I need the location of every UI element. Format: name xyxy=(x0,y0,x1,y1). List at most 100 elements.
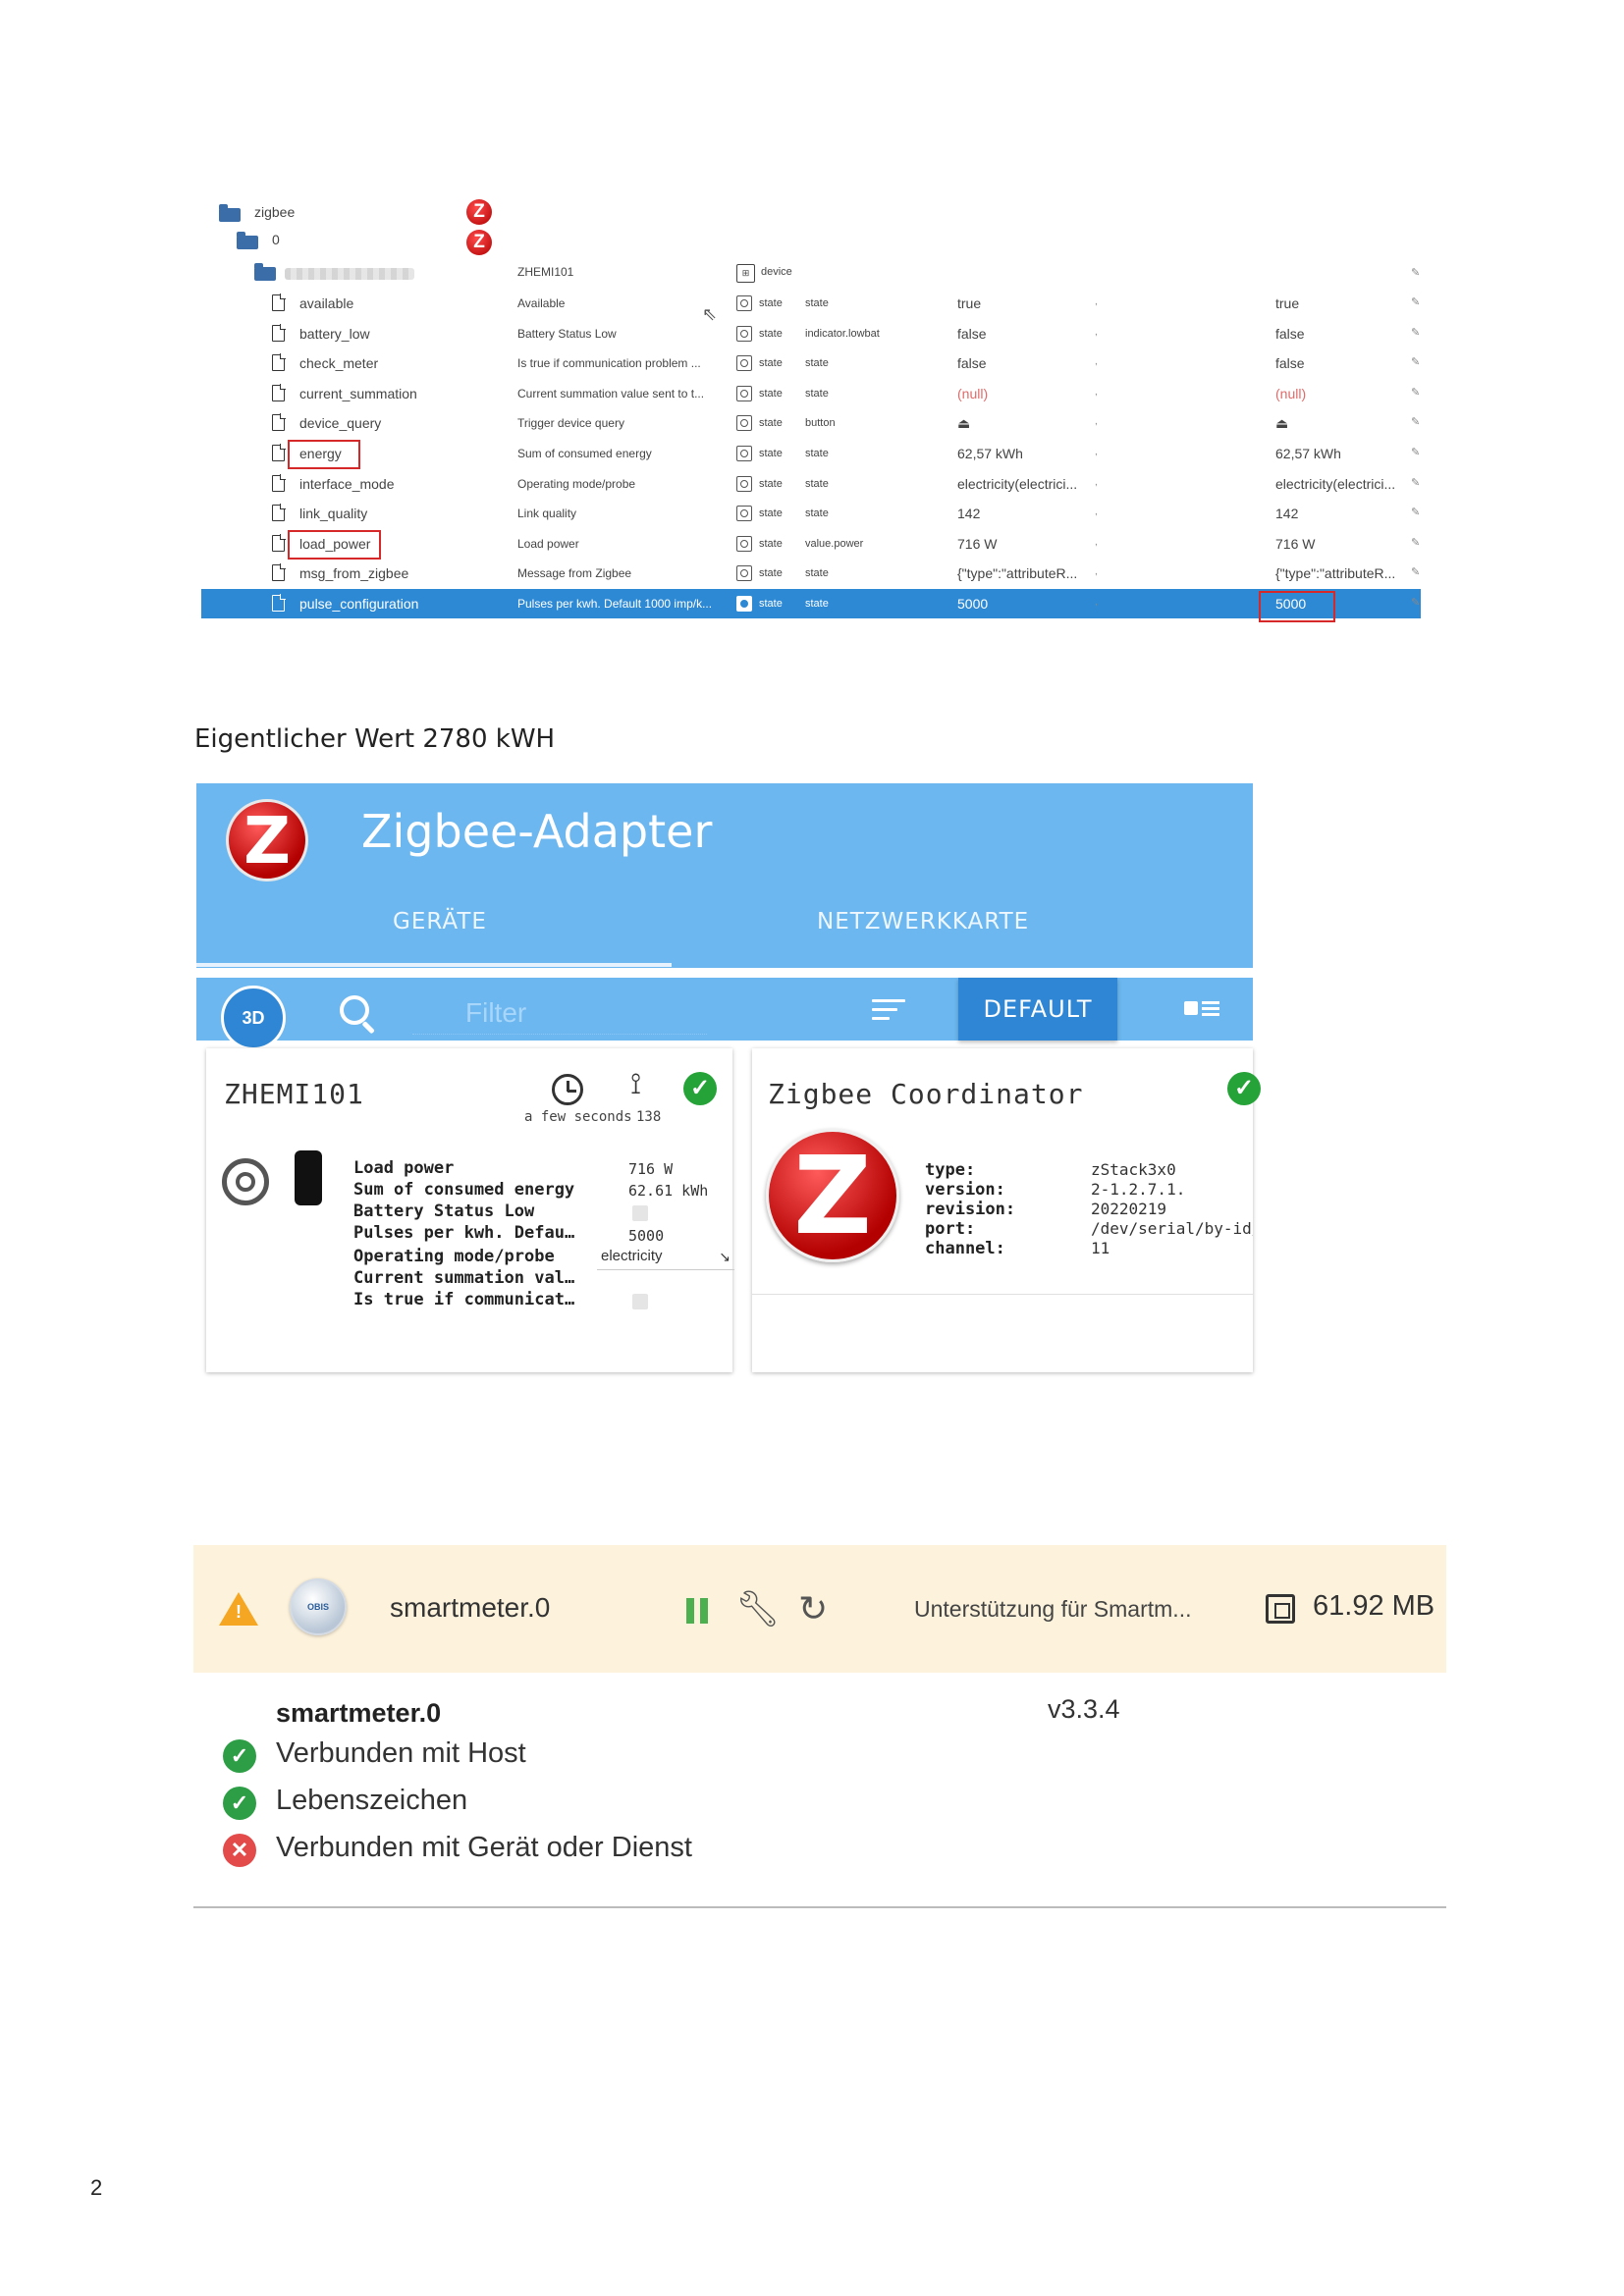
edit-icon[interactable]: ✎ xyxy=(1411,506,1420,518)
tab-devices[interactable]: GERÄTE xyxy=(393,909,487,934)
state-ack-value[interactable]: {"type":"attributeR... xyxy=(1275,559,1411,588)
state-description: Operating mode/probe xyxy=(517,476,636,491)
state-value[interactable]: 5000 xyxy=(957,589,1090,618)
coordinator-card-title: Zigbee Coordinator xyxy=(768,1078,1084,1110)
state-ack-value[interactable]: ⏏ xyxy=(1275,408,1411,438)
state-ack-value[interactable]: true xyxy=(1275,289,1411,318)
state-ack-value[interactable]: false xyxy=(1275,319,1411,348)
device-card[interactable]: ZHEMI101 a few seconds ⟟ 138 ✓ Load powe… xyxy=(206,1048,734,1372)
edit-icon[interactable]: ✎ xyxy=(1411,565,1420,578)
tree-row[interactable]: available Available state state true, true ✎ xyxy=(201,289,1421,318)
state-role: state xyxy=(805,357,829,370)
state-icon xyxy=(736,506,752,522)
tree-root-row[interactable]: zigbee xyxy=(219,202,612,228)
tree-instance-row[interactable]: 0 xyxy=(237,230,433,255)
state-value[interactable]: ⏏ xyxy=(957,408,1090,438)
state-name: available xyxy=(299,295,354,311)
battery-low-checkbox[interactable] xyxy=(632,1205,648,1221)
state-value[interactable]: false xyxy=(957,348,1090,378)
tab-network-map[interactable]: NETZWERKKARTE xyxy=(817,909,1029,934)
label-load-power: Load power xyxy=(353,1158,455,1178)
file-icon xyxy=(272,473,286,492)
zigbee-logo-icon: Z xyxy=(466,199,492,225)
sort-icon[interactable] xyxy=(872,999,905,1023)
tree-row[interactable]: link_quality Link quality state state 142, 14… xyxy=(201,499,1421,528)
state-value[interactable]: 62,57 kWh xyxy=(957,439,1090,468)
coordinator-card[interactable]: Zigbee Coordinator ✓ Z type: version: re… xyxy=(752,1048,1261,1372)
smartmeter-instance-bar[interactable]: ! OBIS smartmeter.0 🔧︎ ↻ Unterstützung f… xyxy=(193,1545,1446,1673)
tree-row[interactable]: interface_mode Operating mode/probe state s… xyxy=(201,469,1421,499)
detail-instance-name: smartmeter.0 xyxy=(276,1698,442,1728)
state-description: Current summation value sent to t... xyxy=(517,386,705,400)
tree-row[interactable]: battery_low Battery Status Low state indica… xyxy=(201,319,1421,348)
pause-icon[interactable] xyxy=(686,1598,710,1624)
state-value[interactable]: true xyxy=(957,289,1090,318)
memory-chip-icon xyxy=(1266,1594,1295,1624)
smartmeter-detail: smartmeter.0 v3.3.4 ✓ Verbunden mit Host ✓… xyxy=(193,1673,1446,1908)
state-value[interactable]: (null) xyxy=(957,379,1090,408)
edit-icon[interactable]: ✎ xyxy=(1411,295,1420,308)
state-name: check_meter xyxy=(299,355,379,372)
3d-view-button[interactable]: 3D xyxy=(221,986,286,1050)
device-plug-inner-icon xyxy=(236,1172,255,1192)
tree-row[interactable]: device_query Trigger device query state but… xyxy=(201,408,1421,438)
state-ack-value[interactable]: electricity(electrici... xyxy=(1275,469,1411,499)
state-value[interactable]: {"type":"attributeR... xyxy=(957,559,1090,588)
tree-row[interactable]: current_summation Current summation value… xyxy=(201,379,1421,408)
tree-row[interactable]: check_meter Is true if communication prob… xyxy=(201,348,1421,378)
adapter-header xyxy=(196,783,1253,968)
state-ack-value[interactable]: 62,57 kWh xyxy=(1275,439,1411,468)
state-type-label: state xyxy=(759,297,783,309)
tree-row[interactable]: msg_from_zigbee Message from Zigbee state s… xyxy=(201,559,1421,588)
edit-icon[interactable]: ✎ xyxy=(1411,326,1420,339)
filter-input[interactable] xyxy=(412,991,707,1035)
label-pulses: Pulses per kwh. Default ... xyxy=(353,1223,579,1243)
edit-icon[interactable]: ✎ xyxy=(1411,596,1420,609)
edit-icon[interactable]: ✎ xyxy=(1411,415,1420,428)
state-value[interactable]: 716 W xyxy=(957,529,1090,559)
state-ack-value[interactable]: false xyxy=(1275,348,1411,378)
state-type-label: state xyxy=(759,417,783,430)
edit-icon[interactable]: ✎ xyxy=(1411,476,1420,489)
state-ack-value[interactable]: 716 W xyxy=(1275,529,1411,559)
state-value[interactable]: false xyxy=(957,319,1090,348)
device-name: ZHEMI101 xyxy=(517,265,574,279)
check-meter-checkbox[interactable] xyxy=(632,1294,648,1309)
coord-value-version: 2-1.2.7.1. xyxy=(1091,1180,1186,1199)
state-value[interactable]: 142 xyxy=(957,499,1090,528)
separator-icon: , xyxy=(1095,476,1098,488)
reload-icon[interactable]: ↻ xyxy=(798,1588,828,1629)
state-ack-value[interactable]: (null) xyxy=(1275,379,1411,408)
value-pulses: 5000 xyxy=(628,1227,665,1245)
operating-mode-select[interactable]: electricity xyxy=(597,1245,734,1270)
state-description: Message from Zigbee xyxy=(517,566,632,581)
default-button[interactable]: DEFAULT xyxy=(958,978,1117,1041)
device-role: device xyxy=(761,266,792,278)
object-tree: zigbee Z 0 Z ZHEMI101 ⊞ device ✎ availab… xyxy=(201,196,1421,628)
blurred-device-id xyxy=(285,268,414,280)
edit-icon[interactable]: ✎ xyxy=(1411,266,1420,279)
wrench-icon[interactable]: 🔧︎ xyxy=(735,1588,781,1629)
state-icon xyxy=(736,446,752,461)
tree-root-label: zigbee xyxy=(254,204,296,220)
state-name: msg_from_zigbee xyxy=(299,565,409,582)
error-circle-icon: ✕ xyxy=(223,1834,256,1867)
edit-icon[interactable]: ✎ xyxy=(1411,446,1420,458)
state-role: state xyxy=(805,477,829,490)
separator-icon: , xyxy=(1095,386,1098,398)
edit-icon[interactable]: ✎ xyxy=(1411,536,1420,549)
tree-row[interactable]: pulse_configuration Pulses per kwh. Defau… xyxy=(201,589,1421,618)
edit-icon[interactable]: ✎ xyxy=(1411,355,1420,368)
last-seen-text: a few seconds xyxy=(524,1109,632,1125)
tree-device-row[interactable]: ZHEMI101 ⊞ device ✎ xyxy=(201,259,1421,287)
state-description: Is true if communication problem ... xyxy=(517,356,701,371)
edit-icon[interactable]: ✎ xyxy=(1411,386,1420,399)
state-role: state xyxy=(805,297,829,309)
state-ack-value[interactable]: 142 xyxy=(1275,499,1411,528)
tree-row[interactable]: energy Sum of consumed energy state state 62… xyxy=(201,439,1421,468)
view-toggle-icon[interactable] xyxy=(1184,999,1219,1019)
tree-row[interactable]: load_power Load power state value.power 716 … xyxy=(201,529,1421,559)
state-name: pulse_configuration xyxy=(299,596,419,612)
zigbee-logo-icon: Z xyxy=(466,230,492,255)
state-value[interactable]: electricity(electrici... xyxy=(957,469,1090,499)
